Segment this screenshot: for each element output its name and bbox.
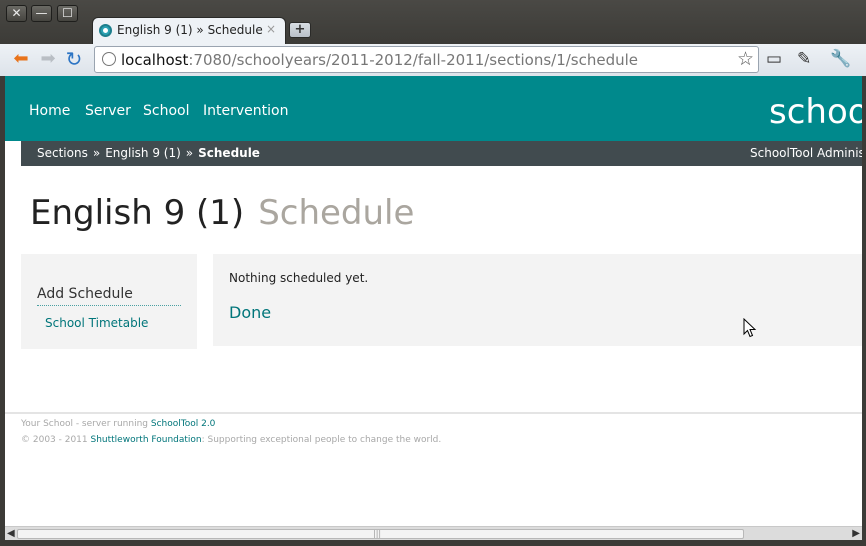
done-link[interactable]: Done xyxy=(229,303,271,322)
site-header: Home Server School Intervention schoo xyxy=(5,76,862,141)
browser-window: ✕ — ☐ English 9 (1) » Schedule × + ⬅ ➡ ↻… xyxy=(0,0,866,546)
nav-home[interactable]: Home xyxy=(29,103,70,119)
breadcrumb-section[interactable]: English 9 (1) xyxy=(105,146,181,160)
scrollbar-grip-icon: ||| xyxy=(373,529,382,538)
scrollbar-thumb[interactable]: ||| xyxy=(17,529,744,539)
mouse-cursor-icon xyxy=(743,318,757,338)
sidebar-heading: Add Schedule xyxy=(37,286,181,306)
footer-tagline: : Supporting exceptional people to chang… xyxy=(201,435,442,445)
footer-server-line: Your School - server running SchoolTool … xyxy=(21,419,215,429)
window-minimize-button[interactable]: — xyxy=(31,5,52,22)
page-zoom-icon[interactable]: ▭ xyxy=(766,49,782,69)
scroll-left-icon[interactable]: ◀ xyxy=(7,528,15,539)
window-close-button[interactable]: ✕ xyxy=(6,5,27,22)
url-path: :7080/schoolyears/2011-2012/fall-2011/se… xyxy=(188,51,639,69)
page-title: English 9 (1) Schedule xyxy=(30,193,414,233)
nav-school[interactable]: School xyxy=(143,103,189,119)
new-tab-button[interactable]: + xyxy=(289,22,311,38)
tab-title: English 9 (1) » Schedule xyxy=(117,23,263,37)
school-timetable-link[interactable]: School Timetable xyxy=(45,316,148,330)
main-content: Nothing scheduled yet. Done xyxy=(213,254,862,346)
breadcrumb: Sections » English 9 (1) » Schedule xyxy=(37,146,260,160)
window-maximize-button[interactable]: ☐ xyxy=(57,5,78,22)
reload-icon[interactable]: ↻ xyxy=(64,49,84,70)
tab-bar: ✕ — ☐ English 9 (1) » Schedule × + xyxy=(0,0,866,44)
breadcrumb-sections[interactable]: Sections xyxy=(37,146,88,160)
footer-server-text: Your School - server running xyxy=(21,419,151,429)
footer-divider xyxy=(5,412,862,414)
tab-close-icon[interactable]: × xyxy=(266,22,276,36)
breadcrumb-bar: Sections » English 9 (1) » Schedule SchoolTo… xyxy=(21,141,862,166)
forward-icon[interactable]: ➡ xyxy=(38,50,58,70)
tab-active[interactable]: English 9 (1) » Schedule × xyxy=(92,17,286,44)
sidebar: Add Schedule School Timetable xyxy=(21,254,197,349)
scroll-right-icon[interactable]: ▶ xyxy=(852,528,860,539)
user-link[interactable]: SchoolTool Administ xyxy=(750,146,862,160)
back-icon[interactable]: ⬅ xyxy=(11,50,31,70)
shuttleworth-link[interactable]: Shuttleworth Foundation xyxy=(91,435,202,445)
schooltool-link[interactable]: SchoolTool 2.0 xyxy=(151,419,216,429)
page-title-main: English 9 (1) xyxy=(30,193,245,233)
pin-icon[interactable]: ✎ xyxy=(797,49,811,69)
schooltool-favicon-icon xyxy=(99,24,112,37)
page-viewport: Home Server School Intervention schoo Se… xyxy=(5,76,862,526)
page-title-subtitle: Schedule xyxy=(258,193,415,233)
footer-copyright-line: © 2003 - 2011 Shuttleworth Foundation: S… xyxy=(21,435,441,445)
empty-schedule-message: Nothing scheduled yet. xyxy=(229,271,369,285)
wrench-icon[interactable]: 🔧 xyxy=(830,49,851,69)
bookmark-star-icon[interactable]: ☆ xyxy=(737,48,754,70)
page-icon xyxy=(102,52,116,66)
site-brand[interactable]: schoo xyxy=(769,92,862,132)
nav-intervention[interactable]: Intervention xyxy=(203,103,288,119)
address-bar[interactable]: localhost:7080/schoolyears/2011-2012/fal… xyxy=(94,46,759,73)
breadcrumb-separator: » xyxy=(92,146,101,160)
footer-copyright-text: © 2003 - 2011 xyxy=(21,435,91,445)
url-host: localhost xyxy=(121,51,189,69)
horizontal-scrollbar[interactable]: ◀ ||| ▶ xyxy=(5,526,862,540)
nav-server[interactable]: Server xyxy=(85,103,131,119)
url-text[interactable]: localhost:7080/schoolyears/2011-2012/fal… xyxy=(121,51,638,69)
breadcrumb-current: Schedule xyxy=(198,146,260,160)
breadcrumb-separator: » xyxy=(185,146,194,160)
